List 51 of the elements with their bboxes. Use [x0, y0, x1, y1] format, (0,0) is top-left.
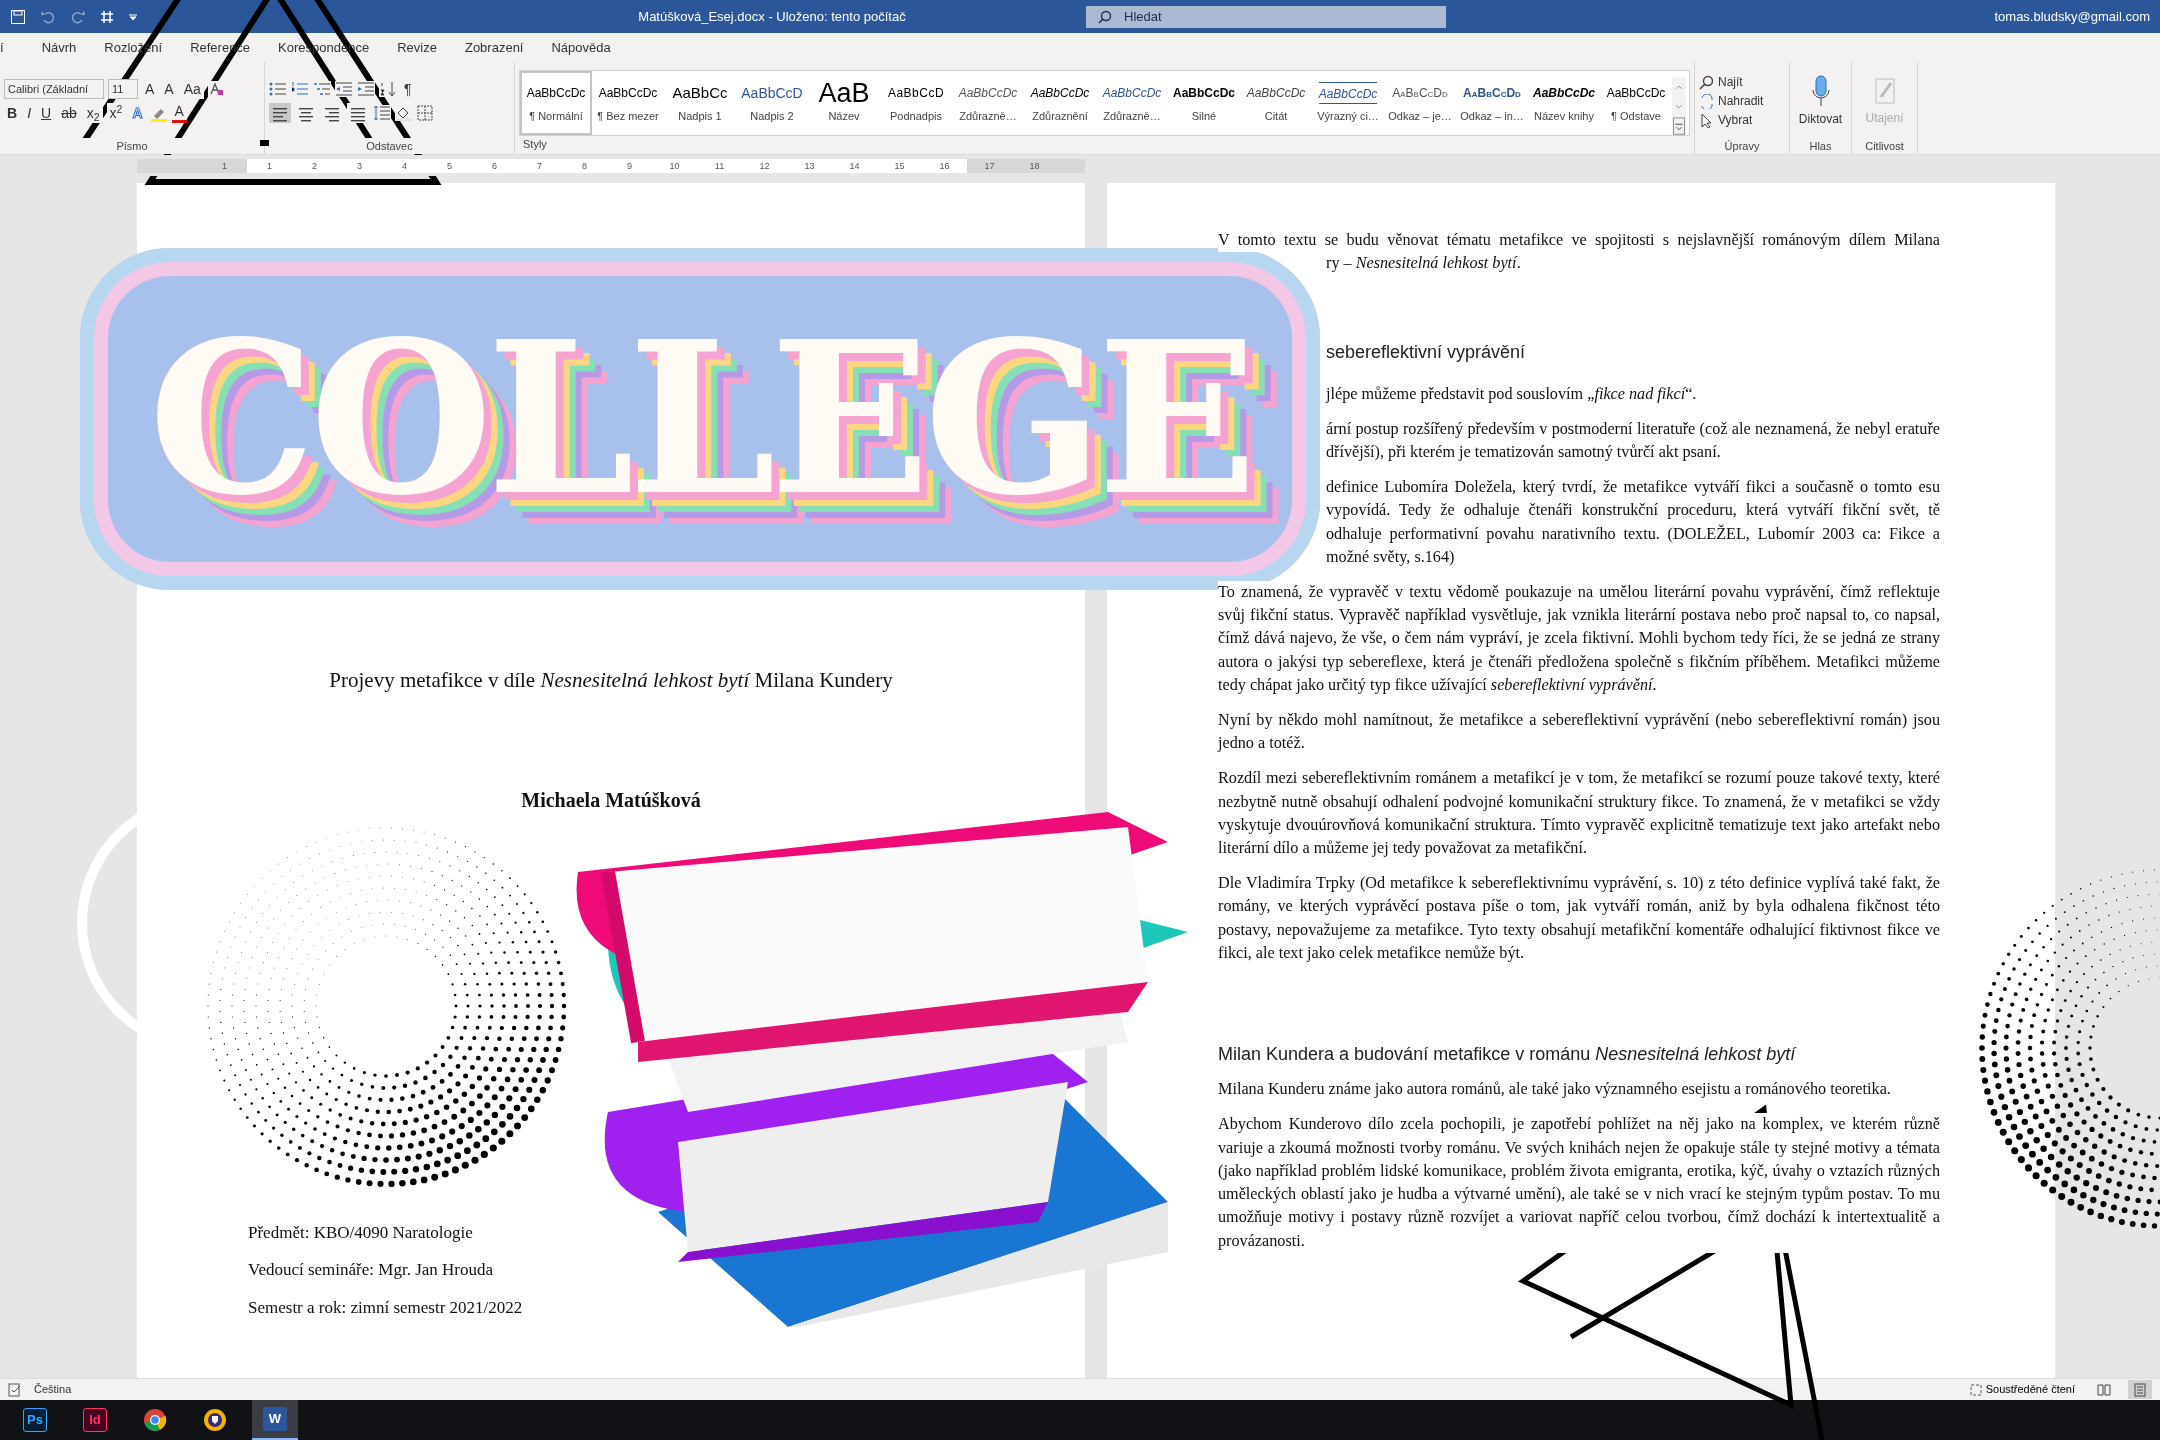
font-size-field[interactable]: 11 [108, 79, 138, 99]
ruler-number: 18 [1028, 159, 1041, 173]
search-icon[interactable] [1699, 74, 1714, 90]
ribbon-tab[interactable]: í [0, 37, 28, 58]
ruler-number: 4 [401, 159, 408, 173]
ruler-number: 11 [713, 159, 726, 173]
numbering-icon[interactable] [291, 81, 309, 97]
ruler-number: 6 [491, 159, 498, 173]
ruler-number: 15 [893, 159, 906, 173]
ribbon-tab[interactable]: Návrh [27, 37, 91, 58]
ruler-number: 2 [311, 159, 318, 173]
ruler-number: 3 [356, 159, 363, 173]
book-icon[interactable] [2097, 1383, 2111, 1398]
ruler-number: 7 [536, 159, 543, 173]
save-icon[interactable] [10, 8, 26, 25]
author-name: Michaela Matúšková [520, 787, 702, 813]
ruler-number: 9 [626, 159, 633, 173]
ribbon-tab[interactable]: Revize [383, 37, 451, 58]
decrease-indent-icon[interactable] [335, 81, 353, 97]
ruler-number: 10 [668, 159, 681, 173]
ribbon-tab[interactable]: Zobrazení [450, 37, 538, 58]
bullets-icon[interactable] [269, 81, 287, 97]
ruler-number: 17 [983, 159, 996, 173]
font-name-field[interactable]: Calibri (Základní [4, 79, 104, 99]
taskbar-app-button[interactable]: Ps [12, 1400, 58, 1440]
ruler-number: 13 [803, 159, 816, 173]
language-label[interactable]: Čeština [34, 1381, 72, 1398]
app-icon[interactable] [143, 1408, 167, 1432]
ruler-number: 16 [938, 159, 951, 173]
ribbon-tab[interactable]: Nápověda [537, 37, 625, 58]
style-item[interactable]: AaBbCcDc ¶ Normální [520, 71, 592, 135]
ruler-number: 14 [848, 159, 861, 173]
ruler-number: 1 [266, 159, 273, 173]
ruler-number: 8 [581, 159, 588, 173]
search-field[interactable]: Hledat [1086, 5, 1446, 28]
search-icon [1098, 9, 1112, 24]
document-title: Projevy metafikce v díle Nesnesitelná lehkost bytí Milana Kundery [328, 667, 894, 694]
ruler-number: 5 [446, 159, 453, 173]
font-color-button[interactable]: A [171, 103, 187, 123]
align-left-button[interactable] [269, 103, 291, 123]
taskbar-app-button[interactable]: Id [72, 1400, 118, 1440]
focus-mode-button[interactable]: Soustředěné čtení [1964, 1380, 2080, 1399]
borders-icon[interactable] [417, 105, 433, 121]
proofing-icon[interactable] [8, 1382, 22, 1397]
ruler-number: 1 [221, 159, 228, 173]
taskbar-app-button[interactable]: W [252, 1400, 298, 1440]
paragraph: Abychom Kunderovo dílo zcela pochopili, je zapotřebí pohlížet na něj jako na komplex, ve kterém různě variuje a zkoumá možnosti tvorby románu. Ve svých knihách nejen že opakuje stále ty stejné motivy a témata (jako například problém lidské komunikace, problém života emigranta, erotika, kýč, úvahy o vztazích různých uměleckých oblastí jako je hudba a výtvarné umění), ale také se v nich vrací ke stejným typům postav. To mu umožňuje motivy i postavy různě rozvíjet a variovat napříč celou tvorbou, čímž dochází k intertextualitě a provázanosti. [1218, 1113, 1940, 1253]
hashtag-icon[interactable] [100, 9, 114, 24]
ruler-number: 12 [758, 159, 771, 173]
line-spacing-icon[interactable] [373, 105, 391, 121]
app-icon[interactable] [203, 1408, 227, 1432]
